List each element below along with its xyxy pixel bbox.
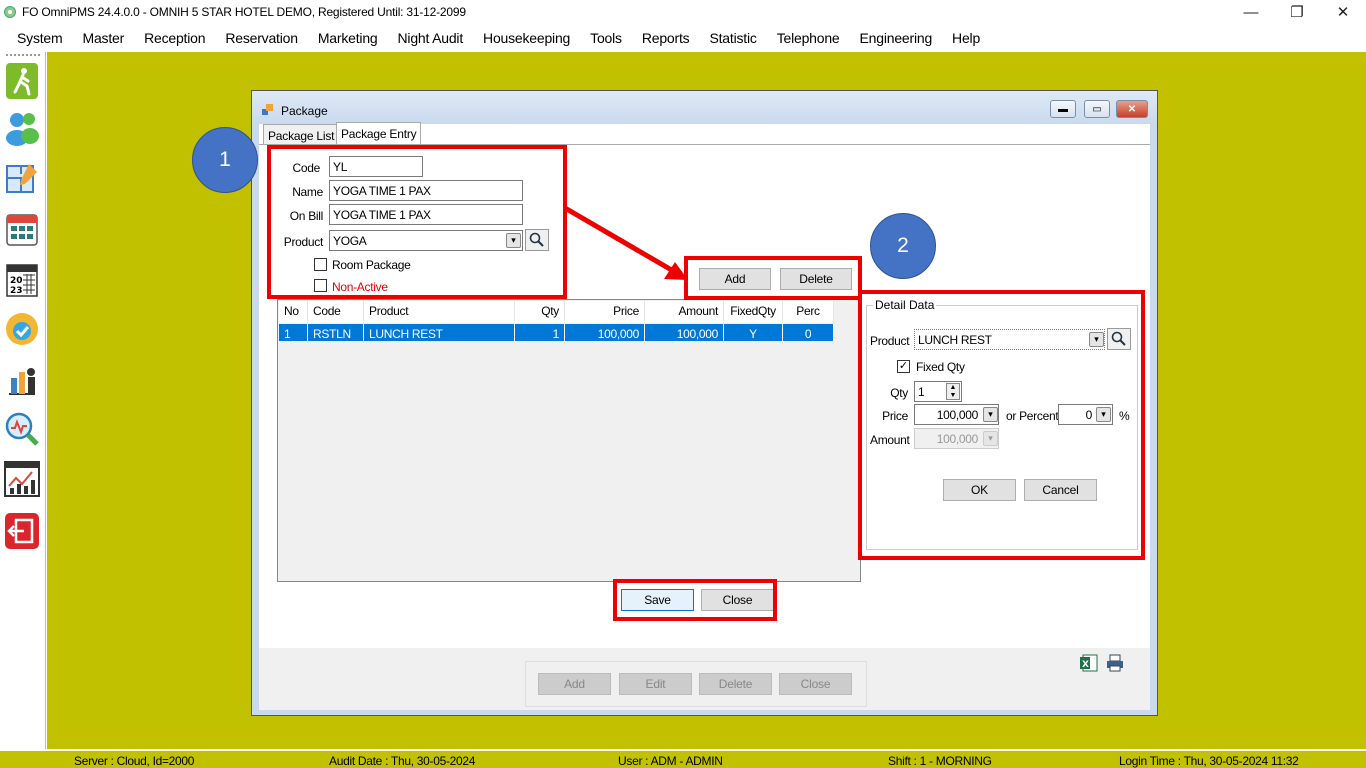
- annotation-box-save-close: [613, 579, 777, 621]
- menu-reports[interactable]: Reports: [632, 30, 700, 46]
- excel-export-icon[interactable]: X: [1080, 654, 1098, 672]
- cell-price: 100,000: [565, 324, 645, 341]
- package-titlebar: Package ▬ ▭ ✕: [252, 91, 1157, 124]
- minimize-button[interactable]: —: [1228, 0, 1274, 24]
- list-close-button[interactable]: Close: [779, 673, 852, 695]
- cell-amount: 100,000: [645, 324, 724, 341]
- col-amount[interactable]: Amount: [645, 301, 724, 323]
- menu-tools[interactable]: Tools: [580, 30, 632, 46]
- menu-housekeeping[interactable]: Housekeeping: [473, 30, 580, 46]
- menu-engineering[interactable]: Engineering: [850, 30, 943, 46]
- cell-no: 1: [279, 324, 308, 341]
- menu-statistic[interactable]: Statistic: [699, 30, 766, 46]
- calendar-grid-icon[interactable]: [4, 210, 40, 248]
- list-delete-button[interactable]: Delete: [699, 673, 772, 695]
- col-fixedqty[interactable]: FixedQty: [724, 301, 783, 323]
- app-titlebar: FO OmniPMS 24.4.0.0 - OMNIH 5 STAR HOTEL…: [0, 0, 1366, 24]
- status-audit-date: Audit Date : Thu, 30-05-2024: [329, 754, 476, 768]
- status-login-time: Login Time : Thu, 30-05-2024 11:32: [1119, 754, 1299, 768]
- cell-perc: 0: [783, 324, 834, 341]
- menu-telephone[interactable]: Telephone: [767, 30, 850, 46]
- svg-text:20: 20: [10, 276, 23, 286]
- status-user: User : ADM - ADMIN: [618, 754, 723, 768]
- calendar-2023-icon[interactable]: 20 23: [4, 260, 40, 298]
- menu-reservation[interactable]: Reservation: [215, 30, 308, 46]
- package-detail-grid[interactable]: No Code Product Qty Price Amount FixedQt…: [277, 299, 861, 582]
- annotation-box-add-delete: [684, 256, 862, 300]
- package-minimize-button[interactable]: ▬: [1050, 100, 1076, 118]
- cell-code: RSTLN: [308, 324, 364, 341]
- svg-text:X: X: [1082, 660, 1089, 670]
- col-no[interactable]: No: [279, 301, 308, 323]
- users-icon[interactable]: [4, 109, 40, 147]
- menu-help[interactable]: Help: [942, 30, 990, 46]
- search-analytics-icon[interactable]: [4, 410, 40, 448]
- walking-person-icon[interactable]: [4, 62, 40, 100]
- status-shift: Shift : 1 - MORNING: [888, 754, 992, 768]
- tab-package-list[interactable]: Package List: [263, 124, 340, 145]
- close-button[interactable]: ✕: [1320, 0, 1366, 24]
- floor-plan-icon[interactable]: [4, 159, 40, 197]
- annotation-arrow: [563, 205, 688, 280]
- menu-master[interactable]: Master: [72, 30, 134, 46]
- housekeeping-icon[interactable]: [4, 360, 40, 398]
- status-bar: Server : Cloud, Id=2000 Audit Date : Thu…: [0, 751, 1366, 768]
- col-perc[interactable]: Perc: [783, 301, 834, 323]
- left-toolbar: 20 23: [0, 52, 46, 749]
- print-icon[interactable]: [1106, 654, 1124, 672]
- col-price[interactable]: Price: [565, 301, 645, 323]
- table-row[interactable]: 1 RSTLN LUNCH REST 1 100,000 100,000 Y 0: [279, 324, 834, 341]
- package-title: Package: [281, 104, 328, 118]
- menu-night-audit[interactable]: Night Audit: [388, 30, 474, 46]
- package-window-icon: [262, 104, 273, 115]
- list-edit-button[interactable]: Edit: [619, 673, 692, 695]
- cell-qty: 1: [515, 324, 565, 341]
- tab-package-entry[interactable]: Package Entry: [336, 122, 422, 145]
- restore-button[interactable]: ❐: [1274, 0, 1320, 24]
- annotation-step-1: 1: [192, 127, 258, 193]
- package-close-button[interactable]: ✕: [1116, 100, 1148, 118]
- annotation-box-detail: [858, 290, 1145, 560]
- cell-product: LUNCH REST: [364, 324, 515, 341]
- menu-reception[interactable]: Reception: [134, 30, 215, 46]
- menu-marketing[interactable]: Marketing: [308, 30, 388, 46]
- status-server: Server : Cloud, Id=2000: [74, 754, 195, 768]
- menu-system[interactable]: System: [7, 30, 72, 46]
- col-code[interactable]: Code: [308, 301, 364, 323]
- chart-report-icon[interactable]: [4, 460, 40, 498]
- exit-icon[interactable]: [4, 512, 40, 550]
- col-qty[interactable]: Qty: [515, 301, 565, 323]
- annotation-step-2: 2: [870, 213, 936, 279]
- cell-fixedqty: Y: [724, 324, 783, 341]
- toolbar-grip: [6, 54, 40, 57]
- svg-text:23: 23: [10, 286, 23, 296]
- grid-header: No Code Product Qty Price Amount FixedQt…: [279, 301, 834, 323]
- annotation-box-form: [267, 145, 567, 299]
- list-add-button[interactable]: Add: [538, 673, 611, 695]
- package-maximize-button[interactable]: ▭: [1084, 100, 1110, 118]
- col-product[interactable]: Product: [364, 301, 515, 323]
- app-logo-icon: [4, 6, 16, 18]
- window-controls: — ❐ ✕: [1228, 0, 1366, 24]
- available-badge-icon[interactable]: [4, 310, 40, 348]
- app-title: FO OmniPMS 24.4.0.0 - OMNIH 5 STAR HOTEL…: [22, 5, 466, 19]
- menu-bar: System Master Reception Reservation Mark…: [0, 26, 1366, 50]
